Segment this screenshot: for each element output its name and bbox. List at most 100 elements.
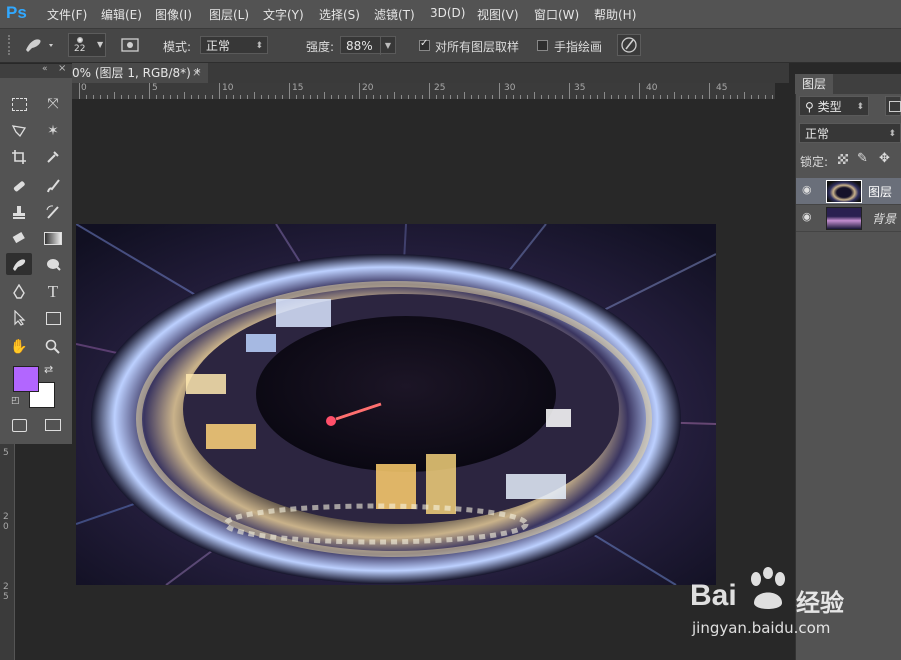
- history-brush-tool[interactable]: [40, 201, 66, 223]
- pen-tool[interactable]: [6, 281, 32, 303]
- menu-select[interactable]: 选择(S): [319, 6, 360, 23]
- type-tool[interactable]: T: [40, 281, 66, 303]
- ruler-tick: [744, 92, 745, 99]
- image-filter-button[interactable]: [885, 96, 901, 116]
- move-tool[interactable]: ⤧: [40, 93, 66, 115]
- ruler-tick: [149, 83, 150, 99]
- bandage-icon: [13, 181, 25, 192]
- chevron-down-icon: ▼: [97, 40, 104, 49]
- menu-filter[interactable]: 滤镜(T): [374, 6, 415, 23]
- ruler-tick: [674, 92, 675, 99]
- menu-window[interactable]: 窗口(W): [534, 6, 579, 23]
- ruler-tick: [499, 83, 500, 99]
- eyedropper-tool[interactable]: [40, 146, 66, 168]
- lock-transparency-icon[interactable]: [838, 154, 848, 164]
- finger-painting-label[interactable]: 手指绘画: [554, 38, 602, 55]
- quick-mask-button[interactable]: [6, 414, 32, 436]
- tiny-planet-city-image: [75, 223, 717, 586]
- marquee-icon: [11, 97, 27, 111]
- ruler-tick: [289, 83, 290, 99]
- ruler-tick: [534, 92, 535, 99]
- default-colors-icon[interactable]: ◰: [11, 396, 20, 406]
- menu-3d[interactable]: 3D(D): [430, 6, 465, 20]
- gradient-icon: [44, 231, 62, 245]
- path-selection-tool[interactable]: [6, 307, 32, 329]
- gradient-tool[interactable]: [40, 227, 66, 249]
- menu-view[interactable]: 视图(V): [477, 6, 519, 23]
- brush-panel-icon: [121, 38, 139, 52]
- pressure-button[interactable]: [617, 34, 641, 56]
- brush-preset-picker[interactable]: 22 ▼: [68, 33, 106, 57]
- type-icon: T: [47, 282, 59, 301]
- menu-file[interactable]: 文件(F): [47, 6, 87, 23]
- hand-tool[interactable]: ✋: [6, 336, 32, 358]
- clone-stamp-tool[interactable]: [6, 201, 32, 223]
- marquee-tool[interactable]: [6, 93, 32, 115]
- collapse-icon[interactable]: «: [42, 64, 48, 74]
- menu-help[interactable]: 帮助(H): [594, 6, 636, 23]
- document-tab[interactable]: 0% (图层 1, RGB/8*) *: [72, 63, 208, 83]
- strength-field[interactable]: 88% ▼: [340, 36, 396, 55]
- layer-name[interactable]: 图层: [868, 183, 892, 200]
- ruler-label: 2: [3, 512, 9, 522]
- foreground-color-swatch-top[interactable]: [13, 366, 39, 392]
- rectangle-tool[interactable]: [40, 307, 66, 329]
- close-icon[interactable]: ×: [58, 63, 66, 74]
- finger-painting-checkbox[interactable]: [537, 40, 548, 51]
- mode-dropdown[interactable]: 正常 ⬍: [200, 36, 268, 54]
- toolbox-header[interactable]: « ×: [0, 63, 72, 78]
- layer-name[interactable]: 背景: [872, 210, 896, 227]
- menu-type[interactable]: 文字(Y): [263, 6, 304, 23]
- ruler-tick: [464, 92, 465, 99]
- ruler-label: 2: [3, 582, 9, 592]
- sample-all-layers-label[interactable]: 对所有图层取样: [435, 38, 519, 55]
- zoom-tool[interactable]: [40, 336, 66, 358]
- quick-mask-icon: [11, 418, 27, 432]
- polygonal-lasso-icon: [11, 125, 27, 138]
- healing-brush-tool[interactable]: [6, 175, 32, 197]
- layer-row-selected[interactable]: ◉ 图层: [796, 178, 901, 205]
- swap-colors-icon[interactable]: ⇄: [44, 363, 53, 376]
- chevron-down-icon: ▼: [379, 37, 391, 55]
- smudge-tool[interactable]: [6, 253, 32, 275]
- layers-panel-tab[interactable]: 图层: [795, 74, 833, 94]
- sample-all-layers-checkbox[interactable]: ✓: [419, 38, 430, 51]
- lock-position-icon[interactable]: ✥: [879, 151, 890, 166]
- close-icon[interactable]: ×: [192, 63, 201, 83]
- layer-kind-filter[interactable]: ⚲ 类型 ⬍: [799, 96, 869, 116]
- ruler-tick: [219, 83, 220, 99]
- tool-preset-picker[interactable]: [22, 35, 58, 55]
- panel-tab-row: [833, 74, 901, 94]
- eye-icon[interactable]: ◉: [802, 210, 812, 223]
- document-tab-title: 0% (图层 1, RGB/8*) *: [72, 66, 201, 80]
- move-icon: ⤧: [47, 96, 59, 112]
- magic-wand-tool[interactable]: ✶: [40, 120, 66, 142]
- eraser-tool[interactable]: [6, 227, 32, 249]
- ruler-label: 15: [292, 83, 304, 93]
- layer-kind-value: 类型: [817, 100, 842, 114]
- document-image[interactable]: [75, 223, 717, 586]
- vertical-ruler: 5 2 0 2 5: [0, 444, 15, 660]
- ruler-tick: [324, 92, 325, 99]
- layer-row[interactable]: ◉ 背景: [796, 205, 901, 232]
- strength-value: 88%: [346, 39, 373, 53]
- brush-panel-toggle[interactable]: [120, 36, 140, 54]
- dodge-tool[interactable]: [40, 253, 66, 275]
- ruler-tick: [569, 83, 570, 99]
- crop-tool[interactable]: [6, 146, 32, 168]
- brush-tool[interactable]: [40, 175, 66, 197]
- eye-icon[interactable]: ◉: [802, 183, 812, 196]
- crop-icon: [12, 150, 26, 164]
- lasso-tool[interactable]: [6, 120, 32, 142]
- watermark-suffix: 经验: [796, 589, 844, 617]
- lock-pixels-icon[interactable]: ✎: [857, 151, 868, 166]
- menu-edit[interactable]: 编辑(E): [101, 6, 142, 23]
- search-icon: ⚲: [805, 100, 818, 114]
- screen-mode-button[interactable]: [40, 414, 66, 436]
- menu-layer[interactable]: 图层(L): [209, 6, 249, 23]
- ruler-label: 30: [504, 83, 516, 93]
- blend-mode-dropdown[interactable]: 正常 ⬍: [799, 123, 901, 143]
- options-grip[interactable]: [8, 35, 18, 55]
- menu-image[interactable]: 图像(I): [155, 6, 192, 23]
- mode-label: 模式:: [163, 40, 192, 54]
